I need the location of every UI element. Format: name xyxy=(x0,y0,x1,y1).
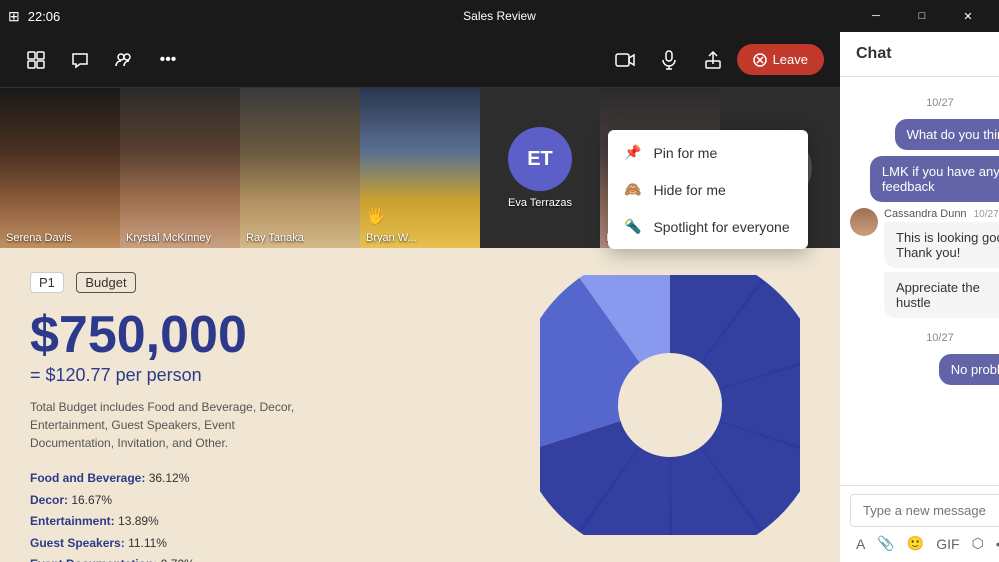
participant-name-ray: Ray Tanaka xyxy=(246,232,304,244)
participant-thumb-serena[interactable]: Serena Davis xyxy=(0,88,120,248)
context-menu: 📌 Pin for me 🙈 Hide for me 🔦 Spotlight f… xyxy=(608,130,808,249)
participant-thumb-bryan[interactable]: 🖐️ Bryan W... xyxy=(360,88,480,248)
window-title: Sales Review xyxy=(463,9,536,23)
context-menu-spotlight[interactable]: 🔦 Spotlight for everyone xyxy=(608,208,808,245)
message-bubble-right-3: No problem xyxy=(939,354,999,385)
chat-tools-left: A 📎 🙂 GIF ⬡ ••• xyxy=(852,533,999,554)
people-button[interactable] xyxy=(104,40,144,80)
pin-icon: 📌 xyxy=(624,144,641,161)
cassandra-message-1: This is looking good. Thank you! xyxy=(884,222,999,268)
breakdown-item-4: Event Documentation: 9.72% xyxy=(30,554,810,562)
toolbar-right: Leave xyxy=(605,40,824,80)
window-controls: ─ □ ✕ xyxy=(853,0,991,32)
slide-budget-badge: Budget xyxy=(76,272,135,293)
gif-button[interactable]: GIF xyxy=(932,533,963,554)
pie-chart-svg xyxy=(540,275,800,535)
participant-thumb-ray[interactable]: Ray Tanaka xyxy=(240,88,360,248)
hide-icon: 🙈 xyxy=(624,181,641,198)
raise-hand-icon: 🖐️ xyxy=(366,206,386,226)
slide-p1-badge: P1 xyxy=(30,272,64,293)
breakdown-item-3: Guest Speakers: 11.11% xyxy=(30,533,810,555)
cassandra-avatar xyxy=(850,208,878,236)
message-bubble-right-2: LMK if you have any feedback xyxy=(870,156,999,202)
microphone-button[interactable] xyxy=(649,40,689,80)
chat-input[interactable] xyxy=(850,494,999,527)
participant-avatar-eva[interactable]: ET Eva Terrazas xyxy=(480,88,600,248)
chat-input-area: A 📎 🙂 GIF ⬡ ••• ➤ xyxy=(840,485,999,562)
chat-header: Chat ✕ xyxy=(840,32,999,77)
chat-panel: Chat ✕ 10/27 What do you think? LMK if y… xyxy=(840,32,999,562)
maximize-button[interactable]: □ xyxy=(899,0,945,32)
slide-area: P1 Budget $750,000 = $120.77 per person … xyxy=(0,248,840,562)
format-button[interactable]: A xyxy=(852,533,869,554)
participant-name-serena: Serena Davis xyxy=(6,232,72,244)
time-display: 22:06 xyxy=(28,9,61,24)
camera-button[interactable] xyxy=(605,40,645,80)
sticker-button[interactable]: ⬡ xyxy=(968,533,988,554)
call-area: ••• xyxy=(0,32,840,562)
context-menu-hide[interactable]: 🙈 Hide for me xyxy=(608,171,808,208)
close-button[interactable]: ✕ xyxy=(945,0,991,32)
share-button[interactable] xyxy=(693,40,733,80)
cassandra-message-2: Appreciate the hustle xyxy=(884,272,999,318)
main-area: ••• xyxy=(0,32,999,562)
minimize-button[interactable]: ─ xyxy=(853,0,899,32)
call-toolbar: ••• xyxy=(0,32,840,88)
chat-title: Chat xyxy=(856,45,892,63)
participants-view-button[interactable] xyxy=(16,40,56,80)
title-bar: ⊞ 22:06 Sales Review ─ □ ✕ xyxy=(0,0,999,32)
message-left-wrapper: Cassandra Dunn 10/27 This is looking goo… xyxy=(850,208,999,318)
spotlight-icon: 🔦 xyxy=(624,218,641,235)
toolbar-left: ••• xyxy=(16,40,188,80)
participant-name-eva: Eva Terrazas xyxy=(508,197,572,209)
cassandra-message-content: Cassandra Dunn 10/27 This is looking goo… xyxy=(884,208,999,318)
chat-toolbar-row: A 📎 🙂 GIF ⬡ ••• ➤ xyxy=(850,533,999,554)
participant-thumb-krystal[interactable]: Krystal McKinney xyxy=(120,88,240,248)
attach-button[interactable]: 📎 xyxy=(873,533,898,554)
participant-name-bryan: Bryan W... xyxy=(366,232,417,244)
message-bubble-right-1: What do you think? xyxy=(895,119,999,150)
participant-name-krystal: Krystal McKinney xyxy=(126,232,211,244)
message-date-2: 10/27 xyxy=(850,332,999,344)
emoji-button[interactable]: 🙂 xyxy=(903,533,928,554)
app-grid-icon[interactable]: ⊞ xyxy=(8,8,20,25)
message-date-1: 10/27 xyxy=(850,97,999,109)
chat-messages: 10/27 What do you think? LMK if you have… xyxy=(840,77,999,485)
more-options-button[interactable]: ••• xyxy=(148,40,188,80)
slide-description: Total Budget includes Food and Beverage,… xyxy=(30,398,310,452)
more-chat-button[interactable]: ••• xyxy=(992,533,999,554)
avatar-circle-eva: ET xyxy=(508,127,572,191)
pie-chart xyxy=(540,275,800,535)
context-menu-pin[interactable]: 📌 Pin for me xyxy=(608,134,808,171)
chat-button[interactable] xyxy=(60,40,100,80)
cassandra-sender-name: Cassandra Dunn 10/27 xyxy=(884,208,999,220)
leave-button[interactable]: Leave xyxy=(737,44,824,75)
title-bar-left: ⊞ 22:06 xyxy=(8,8,60,25)
